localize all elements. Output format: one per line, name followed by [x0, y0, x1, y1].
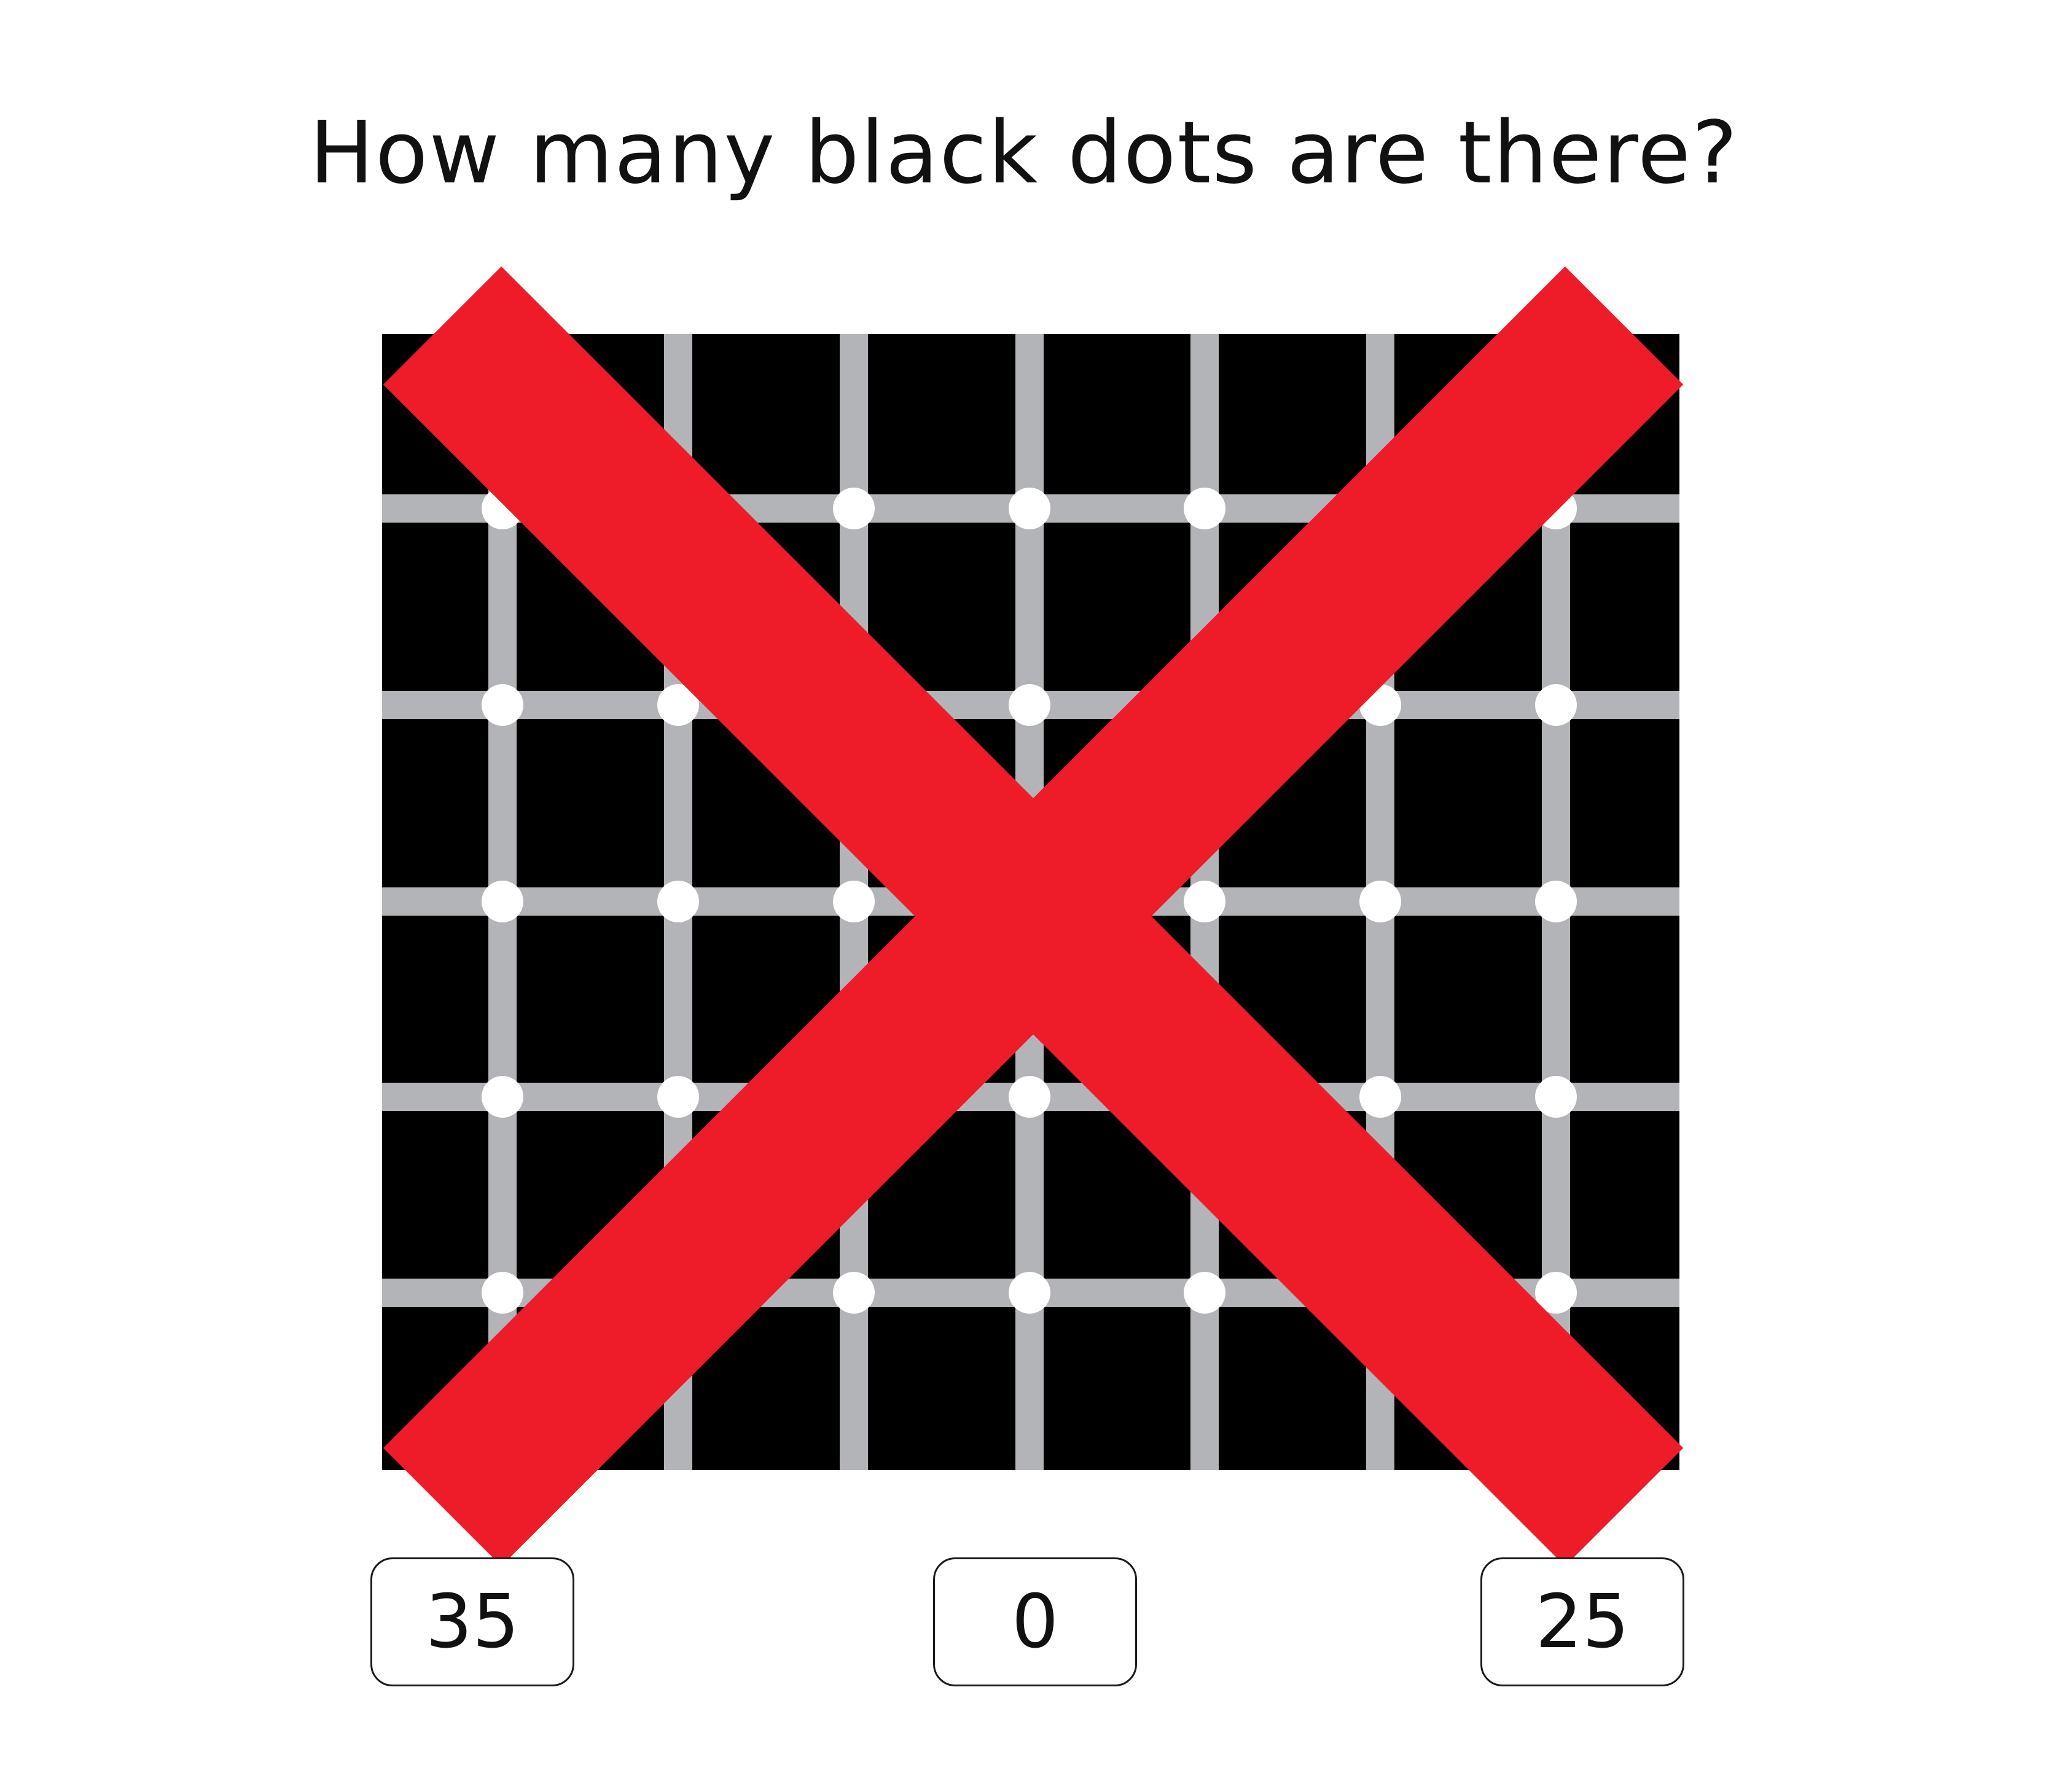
answer-button-1[interactable]: 35 — [370, 1557, 574, 1686]
grid-dot-20 — [1359, 881, 1401, 922]
grid-illusion-graphic — [382, 266, 1684, 1567]
grid-dot-19 — [1184, 881, 1225, 922]
grid-dot-11 — [1009, 684, 1050, 726]
grid-dot-33 — [1184, 1272, 1225, 1314]
grid-dot-3 — [833, 488, 875, 529]
grid-dot-15 — [482, 881, 523, 922]
grid-dot-21 — [1535, 881, 1577, 922]
grid-dot-16 — [657, 881, 699, 922]
answer-button-2[interactable]: 0 — [933, 1557, 1137, 1686]
grid-dot-32 — [1009, 1272, 1050, 1314]
grid-dot-23 — [657, 1076, 699, 1118]
grid-dot-28 — [1535, 1076, 1577, 1118]
grid-dot-22 — [482, 1076, 523, 1118]
grid-dot-14 — [1535, 684, 1577, 726]
grid-dot-8 — [482, 684, 523, 726]
grid-dot-17 — [833, 881, 875, 922]
grid-dot-27 — [1359, 1076, 1401, 1118]
answer-button-3[interactable]: 25 — [1480, 1557, 1684, 1686]
grid-dot-25 — [1009, 1076, 1050, 1118]
grid-dot-5 — [1184, 488, 1225, 529]
grid-dot-31 — [833, 1272, 875, 1314]
grid-dot-29 — [482, 1272, 523, 1314]
grid-dot-4 — [1009, 488, 1050, 529]
